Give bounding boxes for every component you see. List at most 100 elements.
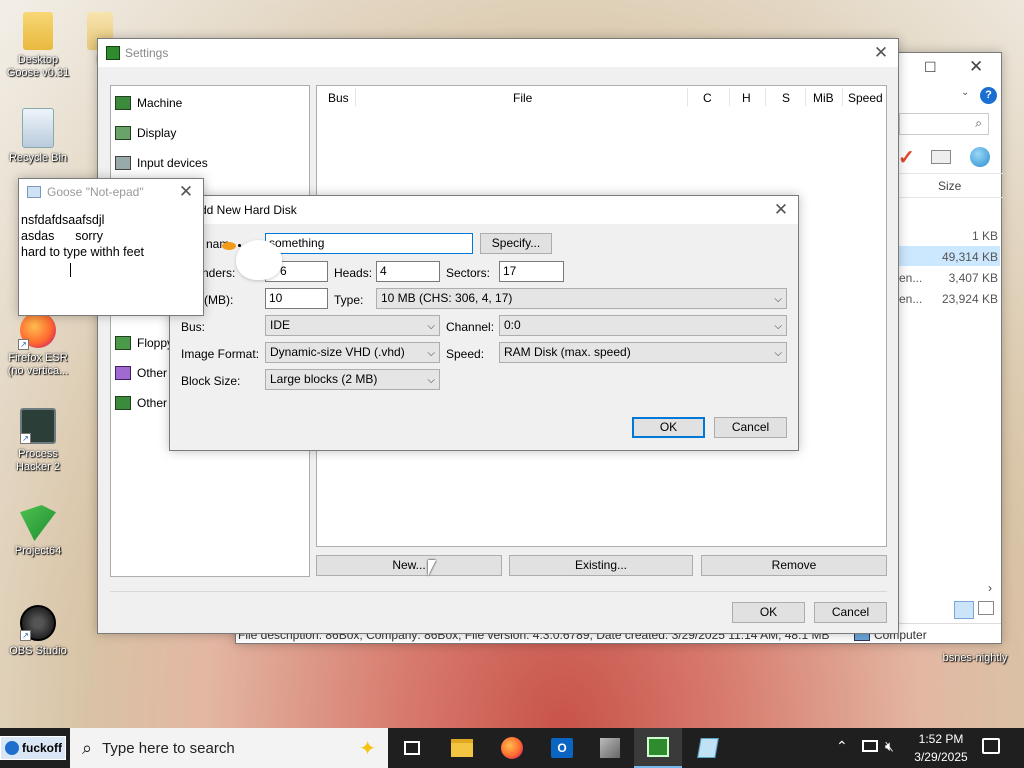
help-icon[interactable]: ? bbox=[980, 87, 997, 104]
notepad-title: Goose "Not-epad" bbox=[47, 185, 144, 199]
desktop-icon-obs[interactable]: ↗ OBS Studio bbox=[3, 605, 73, 658]
mouse-cursor-icon bbox=[428, 560, 436, 576]
text-caret bbox=[70, 263, 71, 277]
column-header-bus[interactable]: Bus bbox=[328, 91, 349, 105]
file-row[interactable]: 1 KB bbox=[899, 225, 1000, 245]
sectors-field[interactable]: 17 bbox=[499, 261, 564, 282]
shortcut-arrow-icon: ↗ bbox=[20, 630, 31, 641]
heads-field[interactable]: 4 bbox=[376, 261, 440, 282]
settings-titlebar[interactable]: Settings ✕ bbox=[98, 39, 898, 67]
bus-select[interactable]: IDE ⌵ bbox=[265, 315, 440, 336]
network-icon[interactable] bbox=[862, 740, 878, 752]
desktop-icon-label: Recycle Bin bbox=[8, 152, 68, 164]
desktop-icon-firefox[interactable]: ↗ Firefox ESR (no vertica... bbox=[3, 312, 73, 378]
firefox-icon[interactable] bbox=[488, 728, 536, 768]
dialog-title: dd New Hard Disk bbox=[200, 203, 297, 217]
rename-icon[interactable] bbox=[931, 150, 951, 164]
dialog-titlebar[interactable]: dd New Hard Disk ✕ bbox=[170, 196, 798, 224]
column-header-mib[interactable]: MiB bbox=[813, 91, 834, 105]
dialog-ok-button[interactable]: OK bbox=[632, 417, 705, 438]
outlook-icon[interactable]: O bbox=[538, 728, 586, 768]
column-header-file[interactable]: File bbox=[513, 91, 532, 105]
task-view-icon[interactable] bbox=[388, 728, 436, 768]
block-size-select[interactable]: Large blocks (2 MB) ⌵ bbox=[265, 369, 440, 390]
settings-cancel-button[interactable]: Cancel bbox=[814, 602, 887, 623]
desktop-icon-project64[interactable]: Project64 bbox=[3, 505, 73, 558]
chevron-down-icon: ⌵ bbox=[774, 321, 782, 332]
goose-notepad-window[interactable]: Goose "Not-epad" ✕ nsfdafdsaafsdjl asdas… bbox=[18, 178, 204, 316]
image-format-label: Image Format: bbox=[181, 347, 260, 361]
desktop-icon-process-hacker[interactable]: ↗ Process Hacker 2 bbox=[3, 408, 73, 474]
nav-item-other-peripherals[interactable]: Other bbox=[115, 364, 167, 382]
notepad-textarea[interactable]: nsfdafdsaafsdjl asdas sorry hard to type… bbox=[21, 212, 201, 312]
column-header-size[interactable]: Size bbox=[938, 179, 961, 193]
file-explorer-icon[interactable] bbox=[438, 728, 486, 768]
sparkle-icon: ✦ bbox=[359, 738, 376, 760]
tray-clock[interactable]: 1:52 PM 3/29/2025 bbox=[908, 730, 974, 766]
bus-value: IDE bbox=[270, 318, 291, 332]
desktop-icon-bsnes[interactable]: bsnes-nightly bbox=[935, 652, 1015, 665]
desktop-icon-label: Project64 bbox=[14, 545, 62, 557]
recycle-bin-icon bbox=[22, 108, 54, 148]
notepad-titlebar[interactable]: Goose "Not-epad" ✕ bbox=[19, 179, 203, 205]
name-field[interactable]: something bbox=[265, 233, 473, 254]
column-header-h[interactable]: H bbox=[742, 91, 751, 105]
tiles-view-icon[interactable] bbox=[978, 601, 994, 615]
settings-ok-button[interactable]: OK bbox=[732, 602, 805, 623]
channel-select[interactable]: 0:0 ⌵ bbox=[499, 315, 787, 336]
nav-item-input-devices[interactable]: Input devices bbox=[115, 154, 208, 172]
nav-label: Machine bbox=[137, 96, 183, 110]
app-icon[interactable] bbox=[586, 728, 634, 768]
desktop-icon-recycle-bin[interactable]: Recycle Bin bbox=[3, 108, 73, 165]
clock-time: 1:52 PM bbox=[918, 732, 964, 746]
column-header-s[interactable]: S bbox=[782, 91, 790, 105]
file-row-selected[interactable]: 49,314 KB bbox=[899, 246, 1000, 266]
file-name: en... bbox=[899, 271, 923, 285]
goose-sprite[interactable] bbox=[222, 234, 282, 284]
chevron-down-icon[interactable]: ⌄ bbox=[961, 87, 969, 98]
image-format-select[interactable]: Dynamic-size VHD (.vhd) ⌵ bbox=[265, 342, 440, 363]
nav-item-other-removable[interactable]: Other bbox=[115, 394, 167, 412]
notepad-taskbar-icon[interactable] bbox=[684, 728, 732, 768]
file-row[interactable]: en... 3,407 KB bbox=[899, 267, 1000, 287]
goose-body bbox=[236, 240, 282, 280]
search-bar[interactable]: ⌕ Type here to search ✦ bbox=[70, 728, 388, 768]
86box-taskbar-icon[interactable] bbox=[634, 728, 682, 768]
start-button[interactable]: fuckoff bbox=[0, 736, 66, 760]
new-disk-button[interactable]: New... bbox=[316, 555, 502, 576]
nav-item-display[interactable]: Display bbox=[115, 124, 176, 142]
maximize-icon[interactable]: ☐ bbox=[924, 60, 938, 75]
size-field[interactable]: 10 bbox=[265, 288, 328, 309]
other-removable-icon bbox=[115, 396, 131, 410]
column-header-speed[interactable]: Speed bbox=[848, 91, 883, 105]
type-select[interactable]: 10 MB (CHS: 306, 4, 17) ⌵ bbox=[376, 288, 787, 309]
tray-chevron-icon[interactable]: ⌃ bbox=[836, 738, 848, 755]
dialog-cancel-button[interactable]: Cancel bbox=[714, 417, 787, 438]
machine-icon bbox=[115, 96, 131, 110]
86box-icon bbox=[106, 46, 120, 60]
globe-icon[interactable] bbox=[970, 147, 990, 167]
desktop-icon-goose[interactable]: Desktop Goose v0.31 bbox=[3, 12, 73, 80]
close-icon[interactable]: ✕ bbox=[969, 57, 983, 77]
close-icon[interactable]: ✕ bbox=[764, 196, 798, 224]
nav-item-machine[interactable]: Machine bbox=[115, 94, 182, 112]
details-view-icon[interactable] bbox=[954, 601, 974, 619]
close-icon[interactable]: ✕ bbox=[864, 39, 898, 67]
column-header-c[interactable]: C bbox=[703, 91, 712, 105]
scroll-right-icon[interactable]: › bbox=[988, 581, 992, 595]
volume-icon[interactable]: 🔇︎ bbox=[885, 738, 894, 755]
close-icon[interactable]: ✕ bbox=[169, 179, 203, 205]
existing-disk-button[interactable]: Existing... bbox=[509, 555, 693, 576]
specify-button[interactable]: Specify... bbox=[480, 233, 552, 254]
file-row[interactable]: en... 23,924 KB bbox=[899, 288, 1000, 308]
search-box[interactable]: ⌕ bbox=[899, 113, 989, 135]
obs-icon: ↗ bbox=[20, 605, 56, 641]
check-icon[interactable]: ✓ bbox=[898, 145, 915, 170]
speed-select[interactable]: RAM Disk (max. speed) ⌵ bbox=[499, 342, 787, 363]
remove-disk-button[interactable]: Remove bbox=[701, 555, 887, 576]
nav-item-floppy[interactable]: Floppy bbox=[115, 334, 173, 352]
block-size-label: Block Size: bbox=[181, 374, 241, 388]
notification-icon[interactable] bbox=[982, 738, 1000, 754]
clock-date: 3/29/2025 bbox=[914, 750, 968, 764]
image-format-value: Dynamic-size VHD (.vhd) bbox=[270, 345, 405, 359]
